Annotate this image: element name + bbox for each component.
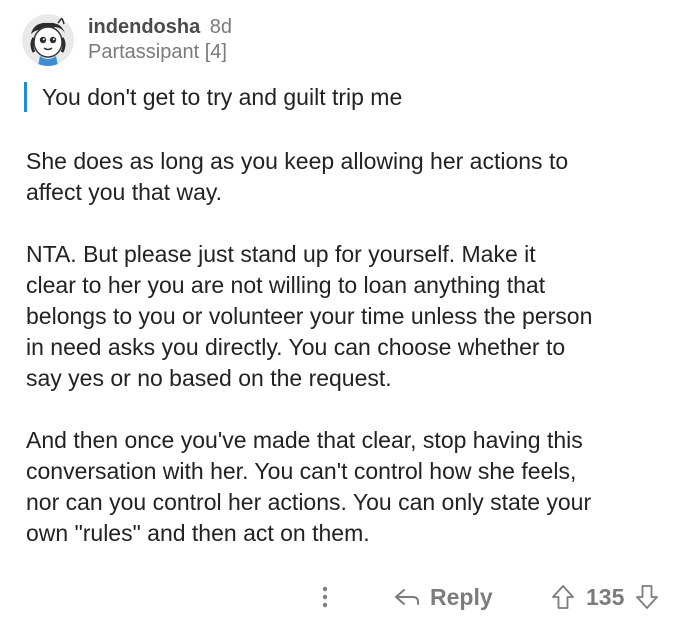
reply-arrow-icon <box>395 589 419 605</box>
user-flair: Partassipant [4] <box>88 41 227 63</box>
more-vertical-icon <box>322 586 328 608</box>
user-line: indendosha 8d <box>88 15 232 39</box>
username[interactable]: indendosha <box>88 16 200 38</box>
downvote-button[interactable] <box>634 583 660 611</box>
more-options-button[interactable] <box>310 580 340 614</box>
reply-label: Reply <box>430 583 493 610</box>
user-avatar[interactable] <box>22 14 74 66</box>
comment-body: She does as long as you keep allowing he… <box>26 146 686 580</box>
comment-age: 8d <box>209 16 233 38</box>
comment-paragraph: She does as long as you keep allowing he… <box>26 148 569 205</box>
comment-actions: Reply 135 <box>0 572 700 622</box>
arrow-down-outline-icon <box>636 585 659 609</box>
comment-paragraph: And then once you've made that clear, st… <box>26 427 592 546</box>
avatar-icon <box>22 14 74 66</box>
upvote-button[interactable] <box>550 583 576 611</box>
comment: indendosha 8d Partassipant [4] You don't… <box>0 0 700 628</box>
comment-paragraph: NTA. But please just stand up for yourse… <box>26 241 593 391</box>
arrow-up-outline-icon <box>552 585 574 609</box>
vote-controls: 135 <box>550 580 660 614</box>
comment-header: indendosha 8d Partassipant [4] <box>88 15 232 64</box>
vote-count: 135 <box>586 583 625 610</box>
block-quote: You don't get to try and guilt trip me <box>24 82 402 112</box>
reply-button[interactable]: Reply <box>392 580 493 614</box>
